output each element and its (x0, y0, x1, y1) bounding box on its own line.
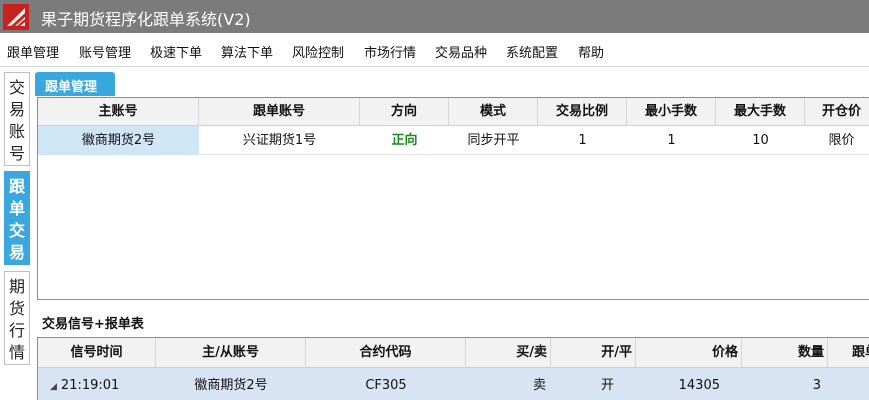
sidebar-tab-follow-trading[interactable]: 跟 单 交 易 (4, 171, 30, 265)
title-bar: 果子期货程序化跟单系统(V2) (0, 0, 869, 33)
menu-bar: 跟单管理 账号管理 极速下单 算法下单 风险控制 市场行情 交易品种 系统配置 … (0, 33, 869, 67)
column-header-follow[interactable]: 跟单 (828, 338, 869, 368)
menu-help[interactable]: 帮助 (578, 42, 604, 61)
table-row[interactable]: ◢ 21:19:01 徽商期货2号 CF305 卖 开 14305 3 (38, 368, 869, 400)
sidebar-tab-char: 易 (8, 243, 25, 262)
menu-account-management[interactable]: 账号管理 (79, 42, 131, 61)
sidebar-tab-char: 易 (8, 100, 25, 119)
cell-main-account[interactable]: 徽商期货2号 (38, 126, 199, 155)
cell-follow-account[interactable]: 兴证期货1号 (199, 126, 360, 155)
follow-config-grid: 主账号 跟单账号 方向 模式 交易比例 最小手数 最大手数 开仓价 徽商期货2号… (37, 97, 869, 300)
column-header-quantity[interactable]: 数量 (742, 338, 828, 368)
column-header-max-lots[interactable]: 最大手数 (716, 98, 805, 126)
column-header-min-lots[interactable]: 最小手数 (627, 98, 716, 126)
menu-risk-control[interactable]: 风险控制 (292, 42, 344, 61)
cell-min-lots[interactable]: 1 (627, 126, 716, 155)
signal-order-grid: 信号时间 主/从账号 合约代码 买/卖 开/平 价格 数量 跟单 ◢21:19:… (37, 337, 869, 400)
table-row[interactable]: 徽商期货2号 兴证期货1号 正向 同步开平 1 1 10 限价 (38, 126, 869, 155)
column-header-mode[interactable]: 模式 (449, 98, 538, 126)
menu-fast-order[interactable]: 极速下单 (150, 42, 202, 61)
column-header-follow-account[interactable]: 跟单账号 (199, 98, 360, 126)
cell-trade-ratio[interactable]: 1 (538, 126, 627, 155)
cell-open-close[interactable]: 开 (551, 368, 636, 400)
menu-follow-management[interactable]: 跟单管理 (7, 42, 59, 61)
sidebar-tab-futures-quotes[interactable]: 期 货 行 情 (4, 271, 30, 365)
menu-system-config[interactable]: 系统配置 (506, 42, 558, 61)
sidebar-tab-char: 账 (8, 122, 25, 141)
sidebar-tab-char: 货 (8, 299, 25, 318)
signal-time-value: 21:19:01 (60, 378, 120, 393)
column-header-contract[interactable]: 合约代码 (306, 338, 466, 368)
cell-open-price[interactable]: 限价 (805, 126, 869, 155)
sidebar-tab-char: 跟 (8, 177, 25, 196)
sidebar-tab-char: 号 (8, 144, 25, 163)
column-header-signal-time[interactable]: 信号时间 (38, 338, 156, 368)
column-header-account[interactable]: 主/从账号 (156, 338, 306, 368)
sidebar-tab-char: 行 (8, 321, 25, 340)
sidebar-tab-char: 情 (8, 343, 25, 362)
column-header-buy-sell[interactable]: 买/卖 (466, 338, 551, 368)
cell-quantity[interactable]: 3 (742, 368, 828, 400)
cell-contract[interactable]: CF305 (306, 368, 466, 400)
menu-algo-order[interactable]: 算法下单 (221, 42, 273, 61)
cell-price[interactable]: 14305 (636, 368, 742, 400)
signal-section-label: 交易信号+报单表 (42, 317, 144, 332)
cell-max-lots[interactable]: 10 (716, 126, 805, 155)
cell-signal-time[interactable]: ◢ 21:19:01 (38, 368, 156, 400)
sidebar-tab-char: 单 (8, 199, 25, 218)
menu-market-quotes[interactable]: 市场行情 (364, 42, 416, 61)
window-title: 果子期货程序化跟单系统(V2) (41, 10, 251, 29)
cell-account[interactable]: 徽商期货2号 (156, 368, 306, 400)
column-header-price[interactable]: 价格 (636, 338, 742, 368)
sidebar-tab-trading-accounts[interactable]: 交 易 账 号 (4, 72, 30, 166)
cell-buy-sell[interactable]: 卖 (466, 368, 551, 400)
triangle-expand-icon[interactable]: ◢ (50, 369, 57, 400)
cell-follow[interactable] (828, 368, 869, 400)
tab-follow-management[interactable]: 跟单管理 (35, 72, 115, 96)
column-header-trade-ratio[interactable]: 交易比例 (538, 98, 627, 126)
sidebar-tab-char: 交 (8, 78, 25, 97)
app-logo-icon (3, 4, 29, 30)
sidebar-tab-char: 交 (8, 221, 25, 240)
column-header-open-price[interactable]: 开仓价 (805, 98, 869, 126)
column-header-main-account[interactable]: 主账号 (38, 98, 199, 126)
menu-trading-products[interactable]: 交易品种 (435, 42, 487, 61)
cell-mode[interactable]: 同步开平 (449, 126, 538, 155)
column-header-open-close[interactable]: 开/平 (551, 338, 636, 368)
sidebar: 交 易 账 号 跟 单 交 易 期 货 行 情 (0, 67, 34, 400)
column-header-direction[interactable]: 方向 (360, 98, 449, 126)
cell-direction[interactable]: 正向 (360, 126, 449, 155)
sidebar-tab-char: 期 (8, 277, 25, 296)
grid-header: 主账号 跟单账号 方向 模式 交易比例 最小手数 最大手数 开仓价 (38, 98, 869, 126)
grid-header: 信号时间 主/从账号 合约代码 买/卖 开/平 价格 数量 跟单 (38, 338, 869, 368)
